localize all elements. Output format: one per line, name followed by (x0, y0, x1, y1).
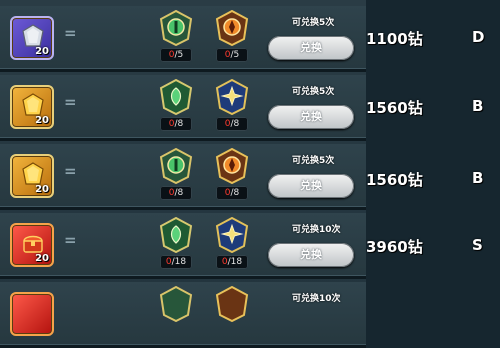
green-shield-emblem-icon (159, 148, 193, 184)
equals-sign: = (64, 93, 77, 111)
red-treasure-chest-icon[interactable] (10, 292, 54, 336)
material-count: 0/8 (160, 117, 192, 131)
price-grade-annotation: 3960钻 S (366, 236, 500, 257)
diamond-price: 1100钻 (366, 30, 423, 48)
exchange-row: 20 = 0/8 0/8 可兑换5次 兑换 (0, 75, 366, 141)
material-count: 0/8 (216, 117, 248, 131)
material-required-count: /8 (174, 188, 184, 198)
green-shield-emblem-icon (159, 10, 193, 46)
orange-shield-emblem-icon (215, 286, 249, 322)
crystal-gem-icon (22, 24, 44, 47)
diamond-price: 1560钻 (366, 99, 423, 117)
material-required-count: /18 (227, 257, 243, 267)
exchange-row: 20 = 0/18 0/18 可兑换10次 兑换 (0, 213, 366, 279)
exchange-button[interactable]: 兑换 (268, 36, 354, 60)
material-required-count: /8 (230, 188, 240, 198)
gold-crystal-icon[interactable]: 20 (10, 85, 54, 129)
item-quantity: 20 (35, 253, 49, 264)
exchange-limit-label: 可兑换10次 (292, 225, 341, 235)
material-count: 0/8 (216, 186, 248, 200)
exchange-button[interactable]: 兑换 (268, 243, 354, 267)
exchange-limit-label: 可兑换5次 (292, 156, 335, 166)
exchange-button[interactable]: 兑换 (268, 105, 354, 129)
item-quantity: 20 (35, 115, 49, 126)
material-required-count: /5 (174, 50, 184, 60)
crystal-gem-icon (22, 162, 44, 185)
green-leaf-emblem-icon (159, 217, 193, 253)
blue-star-emblem-icon (215, 79, 249, 115)
grade-letter: B (472, 169, 484, 187)
green-leaf-emblem-icon (159, 79, 193, 115)
material-count: 0/18 (160, 255, 192, 269)
exchange-limit-label: 可兑换5次 (292, 18, 335, 28)
grade-letter: S (472, 236, 483, 254)
orange-shield-emblem-icon (215, 10, 249, 46)
exchange-row: 20 = 0/8 0/8 可兑换5次 兑换 (0, 144, 366, 210)
material-required-count: /8 (230, 119, 240, 129)
item-quantity: 20 (35, 184, 49, 195)
material-required-count: /18 (171, 257, 187, 267)
orange-shield-emblem-icon (215, 148, 249, 184)
diamond-price: 3960钻 (366, 238, 423, 256)
crystal-gem-icon (22, 93, 44, 116)
material-count: 0/18 (216, 255, 248, 269)
price-grade-annotation: 1560钻 B (366, 169, 500, 190)
price-grade-annotation: 1100钻 D (366, 28, 500, 49)
gray-crystal-icon[interactable]: 20 (10, 16, 54, 60)
item-quantity: 20 (35, 46, 49, 57)
exchange-row: 可兑换10次 (0, 282, 366, 348)
diamond-price: 1560钻 (366, 171, 423, 189)
price-grade-annotation: 1560钻 B (366, 97, 500, 118)
material-required-count: /8 (174, 119, 184, 129)
red-treasure-chest-icon[interactable]: 20 (10, 223, 54, 267)
equals-sign: = (64, 162, 77, 180)
material-count: 0/5 (216, 48, 248, 62)
gold-crystal-icon[interactable]: 20 (10, 154, 54, 198)
material-count: 0/8 (160, 186, 192, 200)
exchange-limit-label: 可兑换10次 (292, 294, 341, 304)
material-count: 0/5 (160, 48, 192, 62)
equals-sign: = (64, 24, 77, 42)
green-shield-emblem-icon (159, 286, 193, 322)
material-required-count: /5 (230, 50, 240, 60)
exchange-button[interactable]: 兑换 (268, 174, 354, 198)
blue-star-emblem-icon (215, 217, 249, 253)
grade-letter: B (472, 97, 484, 115)
grade-letter: D (472, 28, 485, 46)
exchange-row: 20 = 0/5 0/5 可兑换5次 兑换 (0, 6, 366, 72)
exchange-list: 20 = 0/5 0/5 可兑换5次 兑换 20 = 0/8 0/8 可兑换5次… (0, 0, 366, 348)
equals-sign: = (64, 231, 77, 249)
exchange-limit-label: 可兑换5次 (292, 87, 335, 97)
treasure-chest-icon (23, 235, 43, 253)
